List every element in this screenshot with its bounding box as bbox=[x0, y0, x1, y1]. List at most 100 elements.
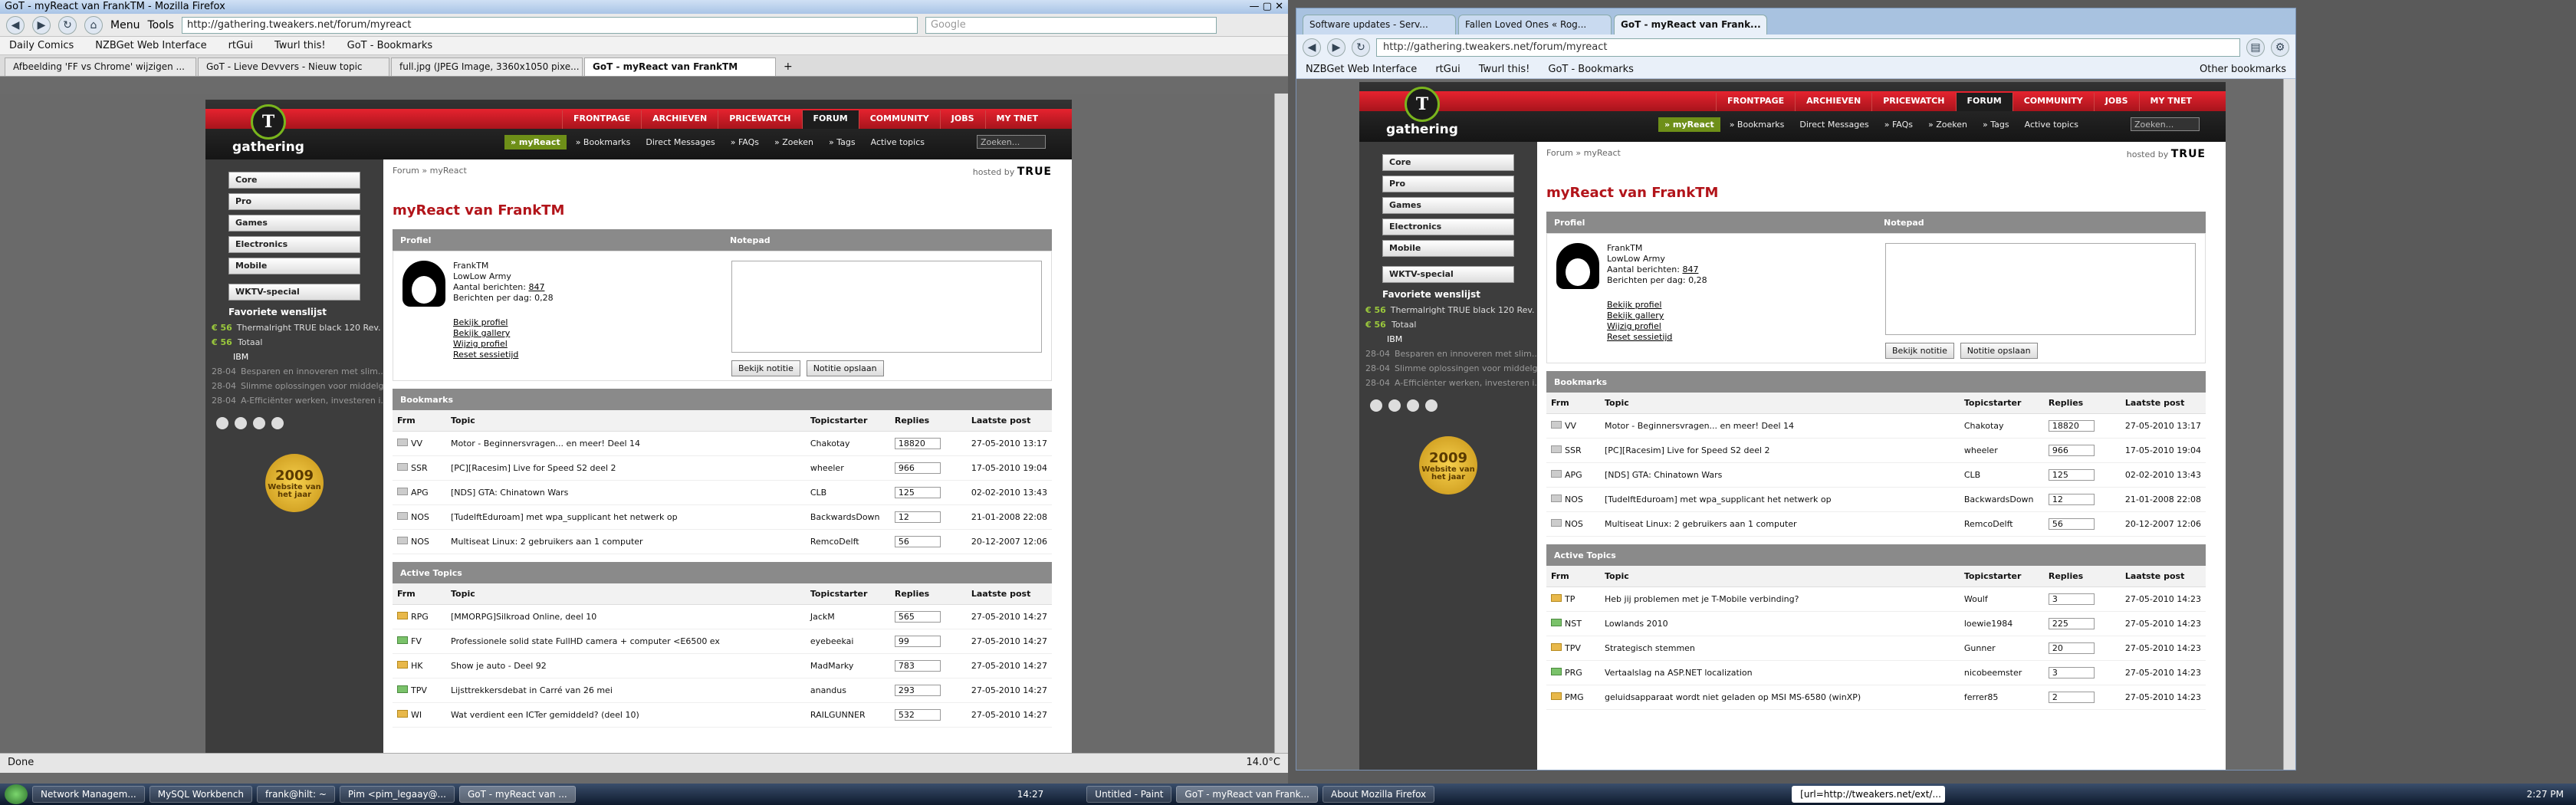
topic-link[interactable]: Wat verdient een ICTer gemiddeld? (deel … bbox=[451, 710, 639, 720]
taskbar-item[interactable]: MySQL Workbench bbox=[149, 786, 252, 803]
cell-topic[interactable]: [NDS] GTA: Chinatown Wars bbox=[1600, 462, 1960, 488]
cell-replies[interactable]: 2 bbox=[2043, 685, 2121, 710]
replies-select[interactable]: 18820 bbox=[894, 438, 941, 449]
subnav-myreact[interactable]: » myReact bbox=[504, 135, 567, 150]
category-core[interactable]: Core bbox=[228, 172, 360, 189]
category-electronics[interactable]: Electronics bbox=[1382, 219, 1514, 235]
bookmark-item[interactable]: rtGui bbox=[1435, 64, 1460, 75]
nav-item[interactable]: MY TNET bbox=[984, 110, 1049, 129]
category-games[interactable]: Games bbox=[1382, 197, 1514, 214]
topic-link[interactable]: [TudelftEduroam] met wpa_supplicant het … bbox=[451, 512, 678, 522]
tab[interactable]: GoT - Lieve Devvers - Nieuw topic bbox=[198, 58, 389, 76]
cell-topic[interactable]: [PC][Racesim] Live for Speed S2 deel 2 bbox=[446, 455, 806, 481]
profile-link[interactable]: Bekijk profiel bbox=[453, 317, 508, 327]
cell-topic[interactable]: [PC][Racesim] Live for Speed S2 deel 2 bbox=[1600, 438, 1960, 463]
cell-topic[interactable]: [NDS] GTA: Chinatown Wars bbox=[446, 480, 806, 505]
nav-item[interactable]: COMMUNITY bbox=[2012, 93, 2094, 111]
menu-label[interactable]: Menu bbox=[110, 19, 140, 31]
subnav-item[interactable]: » Bookmarks bbox=[1723, 117, 1791, 132]
bookmark-item[interactable]: Daily Comics bbox=[9, 40, 74, 51]
replies-select[interactable]: 12 bbox=[894, 511, 941, 523]
topic-link[interactable]: Strategisch stemmen bbox=[1605, 643, 1695, 653]
social-icon[interactable] bbox=[253, 417, 265, 429]
cell-topic[interactable]: Professionele solid state FullHD camera … bbox=[446, 629, 806, 654]
table-row[interactable]: PMG geluidsapparaat wordt niet geladen op… bbox=[1546, 685, 2206, 710]
topic-link[interactable]: Heb jij problemen met je T-Mobile verbin… bbox=[1605, 594, 1799, 604]
cell-topic[interactable]: [TudelftEduroam] met wpa_supplicant het … bbox=[446, 504, 806, 530]
reload-button[interactable]: ↻ bbox=[58, 15, 77, 34]
nav-item[interactable]: JOBS bbox=[2093, 93, 2139, 111]
profile-link[interactable]: Bekijk profiel bbox=[1607, 300, 1661, 310]
replies-select[interactable]: 20 bbox=[2048, 642, 2095, 654]
bookmarks-section-header[interactable]: Bookmarks bbox=[1546, 371, 2206, 393]
category-wktv[interactable]: WKTV-special bbox=[1382, 266, 1514, 283]
nav-item[interactable]: ARCHIEVEN bbox=[641, 110, 718, 129]
back-button[interactable]: ◀ bbox=[1303, 38, 1321, 57]
taskbar-item[interactable]: Untitled - Paint bbox=[1086, 786, 1172, 803]
cell-replies[interactable]: 3 bbox=[2043, 660, 2121, 685]
subnav-item[interactable]: » Tags bbox=[823, 135, 862, 150]
category-mobile[interactable]: Mobile bbox=[1382, 240, 1514, 257]
table-row[interactable]: SSR [PC][Racesim] Live for Speed S2 deel … bbox=[1546, 438, 2206, 463]
tab[interactable]: full.jpg (JPEG Image, 3360x1050 pixe... bbox=[391, 58, 583, 76]
replies-select[interactable]: 18820 bbox=[2048, 420, 2095, 432]
breadcrumb[interactable]: Forum » myReact bbox=[393, 166, 467, 178]
social-icon[interactable] bbox=[216, 417, 228, 429]
window-controls[interactable]: — ▢ ✕ bbox=[1250, 1, 1283, 13]
tab[interactable]: Fallen Loved Ones « Rog... bbox=[1458, 15, 1612, 34]
bookmark-item[interactable]: NZBGet Web Interface bbox=[95, 40, 206, 51]
profile-link[interactable]: Bekijk gallery bbox=[453, 328, 510, 338]
table-row[interactable]: NOS Multiseat Linux: 2 gebruikers aan 1 c… bbox=[393, 529, 1052, 554]
tab[interactable]: Software updates - Serv... bbox=[1303, 15, 1456, 34]
topic-link[interactable]: Multiseat Linux: 2 gebruikers aan 1 comp… bbox=[1605, 519, 1797, 529]
view-note-button[interactable]: Bekijk notitie bbox=[1885, 343, 1954, 359]
cell-replies[interactable]: 99 bbox=[889, 629, 967, 654]
url-field[interactable]: http://gathering.tweakers.net/forum/myre… bbox=[1376, 38, 2240, 57]
table-row[interactable]: TPV Lijsttrekkersdebat in Carré van 26 me… bbox=[393, 678, 1052, 703]
url-field[interactable]: http://gathering.tweakers.net/forum/myre… bbox=[181, 16, 918, 34]
taskbar-item[interactable]: Pim <pim_legaay@... bbox=[339, 786, 455, 803]
cell-replies[interactable]: 12 bbox=[889, 504, 967, 530]
cell-topic[interactable]: Multiseat Linux: 2 gebruikers aan 1 comp… bbox=[446, 529, 806, 554]
news-item[interactable]: 28-04 Besparen en innoveren met slim... bbox=[205, 364, 383, 379]
cell-replies[interactable]: 532 bbox=[889, 702, 967, 728]
cell-replies[interactable]: 125 bbox=[2043, 462, 2121, 488]
cell-topic[interactable]: [MMORPG]Silkroad Online, deel 10 bbox=[446, 604, 806, 629]
subnav-item[interactable]: » Zoeken bbox=[1922, 117, 1973, 132]
news-item[interactable]: 28-04 Slimme oplossingen voor middelgr... bbox=[205, 379, 383, 393]
topic-link[interactable]: Multiseat Linux: 2 gebruikers aan 1 comp… bbox=[451, 537, 643, 547]
cell-replies[interactable]: 225 bbox=[2043, 611, 2121, 636]
replies-select[interactable]: 3 bbox=[2048, 593, 2095, 605]
topic-link[interactable]: Vertaalslag na ASP.NET localization bbox=[1605, 668, 1753, 678]
category-core[interactable]: Core bbox=[1382, 154, 1514, 171]
bookmark-item[interactable]: GoT - Bookmarks bbox=[1548, 64, 1634, 75]
subnav-myreact[interactable]: » myReact bbox=[1658, 117, 1720, 132]
table-row[interactable]: NOS Multiseat Linux: 2 gebruikers aan 1 c… bbox=[1546, 511, 2206, 537]
replies-select[interactable]: 225 bbox=[2048, 618, 2095, 629]
replies-select[interactable]: 2 bbox=[2048, 692, 2095, 703]
topic-link[interactable]: [NDS] GTA: Chinatown Wars bbox=[1605, 470, 1722, 480]
social-icon[interactable] bbox=[1425, 399, 1438, 412]
cell-topic[interactable]: Motor - Beginnersvragen... en meer! Deel… bbox=[1600, 413, 1960, 439]
category-wktv[interactable]: WKTV-special bbox=[228, 284, 360, 301]
nav-item[interactable]: COMMUNITY bbox=[858, 110, 940, 129]
replies-select[interactable]: 56 bbox=[2048, 518, 2095, 530]
nav-item[interactable]: JOBS bbox=[939, 110, 985, 129]
category-electronics[interactable]: Electronics bbox=[228, 236, 360, 253]
tab-active[interactable]: GoT - myReact van FrankTM bbox=[584, 58, 776, 76]
cell-topic[interactable]: geluidsapparaat wordt niet geladen op MS… bbox=[1600, 685, 1960, 710]
cell-replies[interactable]: 56 bbox=[889, 529, 967, 554]
topic-link[interactable]: Motor - Beginnersvragen... en meer! Deel… bbox=[451, 439, 640, 449]
scrollbar[interactable] bbox=[2283, 79, 2295, 770]
posts-count[interactable]: 847 bbox=[1682, 264, 1698, 274]
table-row[interactable]: SSR [PC][Racesim] Live for Speed S2 deel … bbox=[393, 455, 1052, 481]
social-icon[interactable] bbox=[271, 417, 284, 429]
table-row[interactable]: NST Lowlands 2010 loewie1984 225 27-05-2010 … bbox=[1546, 611, 2206, 636]
tools-label[interactable]: Tools bbox=[147, 19, 174, 31]
replies-select[interactable]: 56 bbox=[894, 536, 941, 547]
taskbar-item[interactable]: GoT - myReact van Frank... bbox=[1176, 786, 1318, 803]
cell-replies[interactable]: 18820 bbox=[2043, 413, 2121, 439]
bookmark-item[interactable]: rtGui bbox=[228, 40, 253, 51]
site-search-input[interactable]: Zoeken... bbox=[2131, 117, 2200, 131]
wishlist-item[interactable]: € 56 Thermalright TRUE black 120 Rev. C bbox=[1359, 303, 1537, 317]
